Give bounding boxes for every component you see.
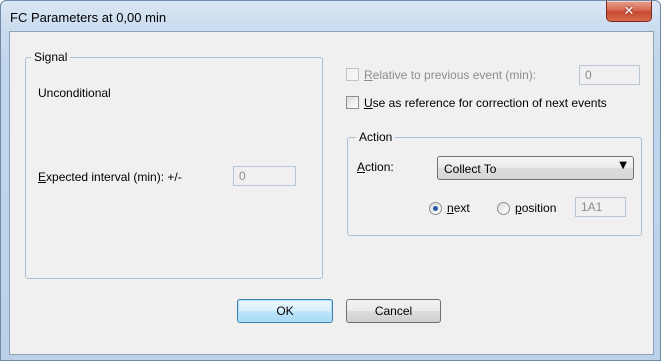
radio-position[interactable] <box>497 202 510 215</box>
window-title: FC Parameters at 0,00 min <box>10 10 167 25</box>
action-select-value: Collect To <box>444 162 497 176</box>
relative-label: Relative to previous event (min): <box>364 68 537 82</box>
radio-next-label: next <box>447 201 470 215</box>
dialog-window: FC Parameters at 0,00 min ✕ Signal Uncon… <box>0 0 661 361</box>
close-button[interactable]: ✕ <box>606 1 652 22</box>
position-input[interactable]: 1A1 <box>575 197 626 217</box>
use-reference-label: Use as reference for correction of next … <box>364 96 607 110</box>
title-bar[interactable]: FC Parameters at 0,00 min ✕ <box>1 1 660 31</box>
action-select[interactable]: Collect To ▼ <box>437 156 634 180</box>
signal-condition-text: Unconditional <box>38 86 111 100</box>
dialog-client-area: Signal Unconditional Expected interval (… <box>9 31 654 355</box>
chevron-down-icon: ▼ <box>619 160 627 171</box>
use-reference-checkbox[interactable] <box>346 96 359 109</box>
signal-legend: Signal <box>31 50 71 64</box>
action-label: Action: <box>357 160 394 174</box>
signal-groupbox: Signal Unconditional Expected interval (… <box>25 50 323 279</box>
expected-interval-input[interactable]: 0 <box>233 166 296 186</box>
action-legend: Action <box>356 130 396 144</box>
expected-interval-label: Expected interval (min): +/- <box>38 170 182 184</box>
radio-next[interactable] <box>429 202 442 215</box>
close-icon: ✕ <box>623 3 635 19</box>
relative-checkbox[interactable] <box>346 68 359 81</box>
cancel-button[interactable]: Cancel <box>346 299 441 323</box>
ok-button[interactable]: OK <box>237 299 333 323</box>
radio-position-label: position <box>515 201 557 215</box>
action-groupbox: Action Action: Collect To ▼ next positio… <box>347 130 642 236</box>
relative-value-input[interactable]: 0 <box>579 65 640 85</box>
